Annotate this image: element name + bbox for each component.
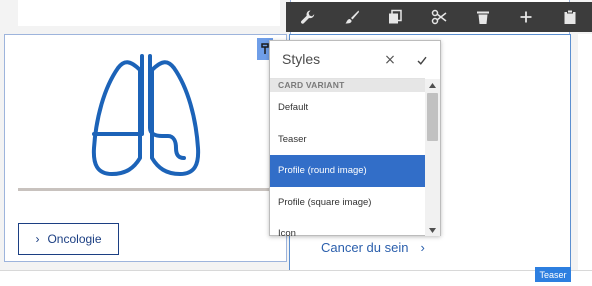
edit-toolbar xyxy=(286,2,592,32)
copy-icon[interactable] xyxy=(373,2,417,32)
popover-title: Styles xyxy=(282,51,321,67)
button-label: Oncologie xyxy=(47,232,102,246)
scroll-thumb[interactable] xyxy=(427,93,438,141)
scroll-up-arrow-icon[interactable] xyxy=(425,79,440,91)
style-option-profile-round[interactable]: Profile (round image) xyxy=(270,155,425,187)
card-top-left xyxy=(18,0,280,26)
lungs-icon xyxy=(91,54,201,176)
paste-icon[interactable] xyxy=(548,2,592,32)
delete-icon[interactable] xyxy=(461,2,505,32)
paintbrush-icon[interactable] xyxy=(330,2,374,32)
add-icon[interactable] xyxy=(505,2,549,32)
style-option-teaser[interactable]: Teaser xyxy=(270,124,425,156)
cancer-du-sein-link[interactable]: Cancer du sein › xyxy=(321,236,425,258)
styles-popover: Styles × CARD VARIANT Default Teaser Pro… xyxy=(269,40,441,236)
scroll-down-arrow-icon[interactable] xyxy=(425,224,440,236)
bottom-strip xyxy=(0,270,592,286)
style-option-icon[interactable]: Icon xyxy=(270,218,425,236)
cut-icon[interactable] xyxy=(417,2,461,32)
close-icon[interactable]: × xyxy=(382,52,398,68)
option-list-scrollbar[interactable] xyxy=(425,79,440,236)
chevron-right-icon: › xyxy=(35,232,40,246)
oncologie-button[interactable]: › Oncologie xyxy=(18,223,119,255)
style-option-default[interactable]: Default xyxy=(270,92,425,124)
card-divider xyxy=(18,188,272,191)
wrench-icon[interactable] xyxy=(286,2,330,32)
group-header-card-variant: CARD VARIANT xyxy=(270,79,425,92)
check-icon[interactable] xyxy=(414,52,430,68)
style-option-profile-square[interactable]: Profile (square image) xyxy=(270,187,425,219)
chevron-right-icon: › xyxy=(420,239,425,255)
style-option-list: CARD VARIANT Default Teaser Profile (rou… xyxy=(270,78,425,236)
component-tag: Teaser xyxy=(535,267,571,282)
card-right xyxy=(578,34,592,282)
link-label: Cancer du sein xyxy=(321,239,409,255)
